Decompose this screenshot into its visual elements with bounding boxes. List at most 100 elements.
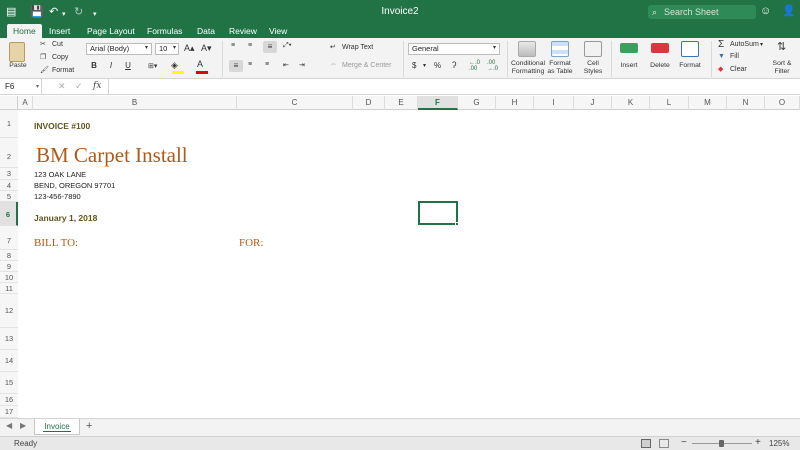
tab-formulas[interactable]: Formulas	[141, 24, 188, 38]
format-painter-button[interactable]: Format	[52, 67, 74, 74]
align-top-icon[interactable]: ≡	[231, 42, 235, 49]
clipboard-icon[interactable]	[9, 42, 25, 62]
delete-cells-icon[interactable]	[651, 43, 669, 53]
column-header-c[interactable]: C	[237, 96, 353, 110]
row-header-8[interactable]: 8	[0, 250, 18, 261]
align-middle-icon[interactable]: ≡	[248, 42, 252, 49]
zoom-level[interactable]: 125%	[769, 439, 789, 448]
column-header-o[interactable]: O	[765, 96, 800, 110]
tab-view[interactable]: View	[263, 24, 293, 38]
align-bottom-icon[interactable]: ≡	[263, 41, 277, 53]
row-header-16[interactable]: 16	[0, 394, 18, 406]
column-header-a[interactable]: A	[18, 96, 33, 110]
row-header-7[interactable]: 7	[0, 226, 18, 250]
zoom-out-button[interactable]: −	[681, 437, 687, 448]
select-all-corner[interactable]	[0, 96, 18, 110]
cell-b3-street[interactable]: 123 OAK LANE	[34, 170, 86, 179]
row-header-3[interactable]: 3	[0, 168, 18, 180]
tab-home[interactable]: Home	[7, 24, 42, 38]
format-as-table-button[interactable]: Format as Table	[543, 60, 577, 76]
cell-c7-for[interactable]: FOR:	[239, 237, 263, 249]
comma-button[interactable]: ʔ	[452, 60, 457, 70]
fill-button[interactable]: Fill	[730, 53, 739, 60]
cell-b2-company-name[interactable]: BM Carpet Install	[36, 143, 188, 168]
normal-view-icon[interactable]	[641, 439, 651, 448]
align-right-icon[interactable]: ≡	[265, 61, 269, 68]
tab-insert[interactable]: Insert	[43, 24, 76, 38]
row-header-17[interactable]: 17	[0, 406, 18, 418]
currency-button[interactable]: $	[412, 61, 416, 70]
column-header-e[interactable]: E	[385, 96, 418, 110]
row-header-15[interactable]: 15	[0, 372, 18, 394]
column-header-f[interactable]: F	[418, 96, 458, 110]
add-person-icon[interactable]: 👤	[782, 4, 796, 18]
row-header-9[interactable]: 9	[0, 261, 18, 272]
column-header-k[interactable]: K	[612, 96, 650, 110]
format-cells-icon[interactable]	[681, 41, 699, 57]
row-header-14[interactable]: 14	[0, 350, 18, 372]
feedback-smiley-icon[interactable]: ☺	[760, 4, 771, 18]
column-header-b[interactable]: B	[33, 96, 237, 110]
column-header-l[interactable]: L	[650, 96, 689, 110]
column-header-j[interactable]: J	[574, 96, 612, 110]
tab-review[interactable]: Review	[223, 24, 263, 38]
row-header-10[interactable]: 10	[0, 272, 18, 283]
merge-center-button[interactable]: Merge & Center	[342, 62, 391, 69]
column-header-n[interactable]: N	[727, 96, 765, 110]
clear-button[interactable]: Clear	[730, 66, 747, 73]
selected-cell-f6[interactable]	[418, 201, 458, 225]
cut-button[interactable]: Cut	[52, 41, 63, 48]
row-header-6[interactable]: 6	[0, 202, 18, 226]
autosum-button[interactable]: AutoSum	[730, 41, 759, 48]
worksheet-grid[interactable]: A B C D E F G H I J K L M N O 1 2 3 4 5 …	[0, 96, 800, 418]
align-left-icon[interactable]: ≡	[229, 60, 243, 72]
font-color-icon[interactable]: A	[197, 59, 203, 69]
cell-b7-bill-to[interactable]: BILL TO:	[34, 237, 78, 249]
cancel-icon[interactable]: ✕	[58, 81, 66, 92]
cell-b4-city[interactable]: BEND, OREGON 97701	[34, 181, 115, 190]
font-name-select[interactable]: Arial (Body)	[86, 43, 152, 55]
formula-input[interactable]	[108, 79, 800, 95]
zoom-slider-thumb[interactable]	[719, 440, 724, 447]
row-header-2[interactable]: 2	[0, 138, 18, 168]
cell-b1-invoice-number[interactable]: INVOICE #100	[34, 121, 90, 131]
insert-cells-icon[interactable]	[620, 43, 638, 53]
paste-button[interactable]: Paste	[6, 62, 30, 70]
enter-check-icon[interactable]: ✓	[75, 81, 83, 92]
number-format-select[interactable]: General	[408, 43, 500, 55]
copy-button[interactable]: Copy	[52, 54, 68, 61]
borders-icon[interactable]: ⊞▾	[148, 62, 157, 70]
scissors-icon[interactable]: ✂	[40, 40, 46, 48]
column-header-h[interactable]: H	[496, 96, 534, 110]
decrease-font-icon[interactable]: A▾	[201, 43, 212, 54]
column-header-i[interactable]: I	[534, 96, 574, 110]
cell-styles-icon[interactable]	[584, 41, 602, 57]
wrap-text-button[interactable]: Wrap Text	[342, 44, 373, 51]
underline-button[interactable]: U	[121, 60, 135, 72]
sheet-tab-invoice[interactable]: Invoice	[34, 419, 80, 435]
decrease-indent-icon[interactable]: ⇤	[283, 61, 289, 69]
fill-color-icon[interactable]: ◈	[171, 60, 178, 71]
row-header-11[interactable]: 11	[0, 283, 18, 294]
percent-button[interactable]: %	[434, 61, 441, 70]
page-layout-view-icon[interactable]	[659, 439, 669, 448]
cell-b5-phone[interactable]: 123-456-7890	[34, 192, 81, 201]
paintbrush-icon[interactable]: 🖌	[40, 66, 49, 74]
column-header-m[interactable]: M	[689, 96, 727, 110]
function-button[interactable]: fx	[93, 81, 101, 91]
row-header-1[interactable]: 1	[0, 110, 18, 138]
scroll-right-icon[interactable]: ▶	[20, 421, 26, 430]
tab-page-layout[interactable]: Page Layout	[81, 24, 141, 38]
insert-button[interactable]: Insert	[613, 62, 645, 70]
format-button[interactable]: Format	[674, 62, 706, 70]
conditional-formatting-icon[interactable]	[518, 41, 536, 57]
column-header-d[interactable]: D	[353, 96, 385, 110]
bold-button[interactable]: B	[87, 60, 101, 72]
column-header-g[interactable]: G	[458, 96, 496, 110]
cell-styles-button[interactable]: Cell Styles	[578, 60, 608, 76]
scroll-left-icon[interactable]: ◀	[6, 421, 12, 430]
increase-indent-icon[interactable]: ⇥	[299, 61, 305, 69]
conditional-formatting-button[interactable]: Conditional Formatting	[508, 60, 548, 76]
search-sheet-input[interactable]: ⌕ Search Sheet	[648, 5, 756, 19]
row-header-12[interactable]: 12	[0, 294, 18, 328]
